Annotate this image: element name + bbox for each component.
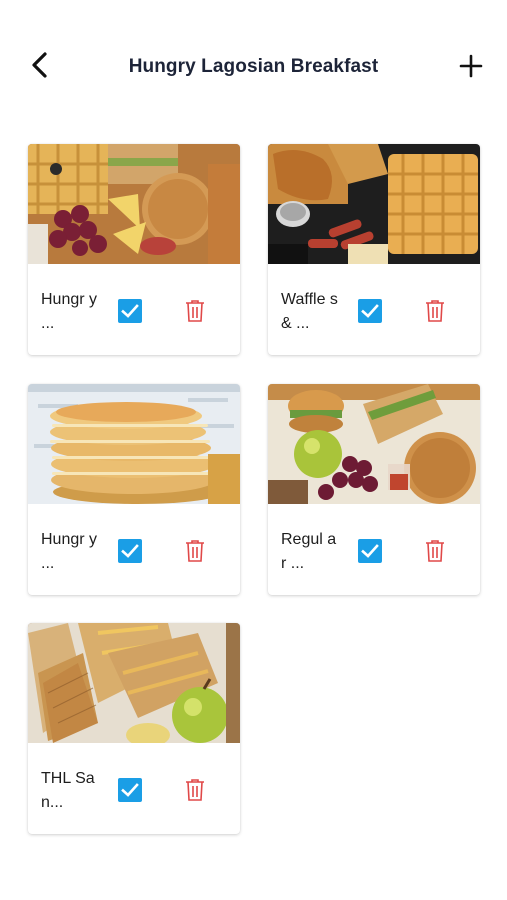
check-icon <box>121 304 139 318</box>
item-image <box>28 144 240 264</box>
check-icon <box>361 304 379 318</box>
add-item-button[interactable] <box>455 50 487 82</box>
trash-icon <box>186 540 204 562</box>
chevron-left-icon <box>32 52 47 78</box>
menu-item-card[interactable]: THL San... <box>28 623 240 834</box>
menu-item-card[interactable]: Hungr y ... <box>28 384 240 595</box>
delete-button[interactable] <box>423 298 447 324</box>
item-image <box>268 384 480 504</box>
item-name: THL San... <box>41 770 95 811</box>
check-icon <box>121 783 139 797</box>
delete-button[interactable] <box>183 298 207 324</box>
item-checkbox[interactable] <box>118 539 142 563</box>
item-image <box>268 144 480 264</box>
menu-item-card[interactable]: Hungr y ... <box>28 144 240 355</box>
check-icon <box>361 544 379 558</box>
item-checkbox[interactable] <box>358 539 382 563</box>
item-name: Hungr y ... <box>41 291 98 332</box>
page-title: Hungry Lagosian Breakfast <box>128 56 379 77</box>
delete-button[interactable] <box>183 538 207 564</box>
trash-icon <box>186 300 204 322</box>
item-checkbox[interactable] <box>358 299 382 323</box>
delete-button[interactable] <box>423 538 447 564</box>
app-header: Hungry Lagosian Breakfast <box>0 40 507 94</box>
delete-button[interactable] <box>183 777 207 803</box>
check-icon <box>121 544 139 558</box>
menu-item-card[interactable]: Waffle s & ... <box>268 144 480 355</box>
item-name: Waffle s & ... <box>281 291 338 332</box>
item-checkbox[interactable] <box>118 778 142 802</box>
trash-icon <box>426 300 444 322</box>
plus-icon <box>459 54 483 78</box>
item-name: Regul ar ... <box>281 531 337 572</box>
trash-icon <box>186 779 204 801</box>
back-button[interactable] <box>24 50 56 82</box>
trash-icon <box>426 540 444 562</box>
item-checkbox[interactable] <box>118 299 142 323</box>
item-image <box>28 623 240 743</box>
menu-item-card[interactable]: Regul ar ... <box>268 384 480 595</box>
item-name: Hungr y ... <box>41 531 98 572</box>
item-image <box>28 384 240 504</box>
